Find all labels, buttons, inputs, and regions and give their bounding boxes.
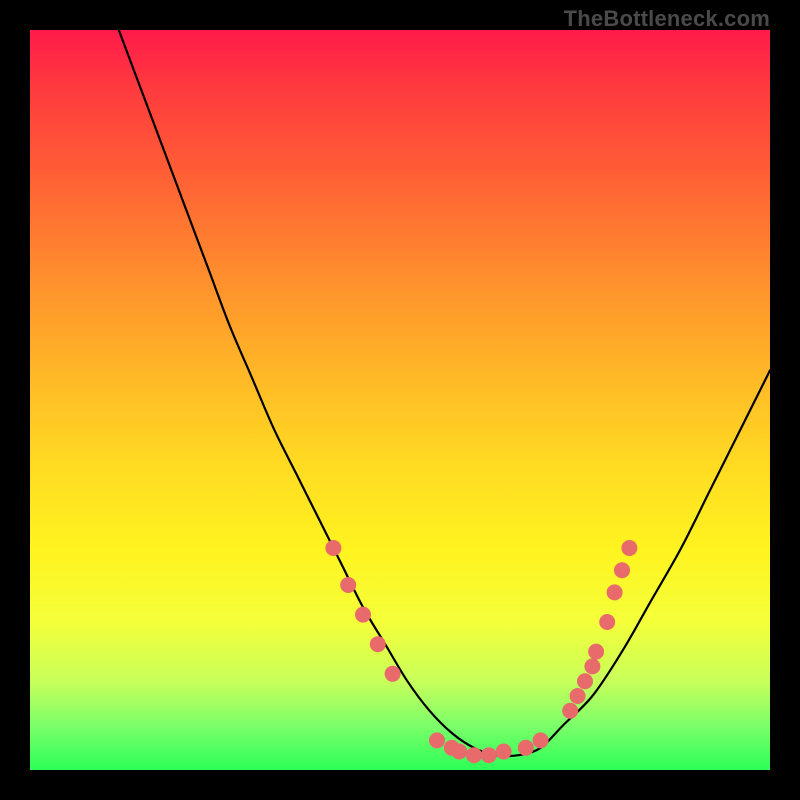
marker-point [481,747,497,763]
marker-point [429,732,445,748]
marker-point [370,636,386,652]
marker-point [621,540,637,556]
chart-frame: TheBottleneck.com [0,0,800,800]
marker-point [570,688,586,704]
marker-point [562,703,578,719]
marker-point [466,747,482,763]
marker-point [325,540,341,556]
marker-point [607,584,623,600]
marker-point [385,666,401,682]
plot-area [30,30,770,770]
watermark-text: TheBottleneck.com [564,6,770,32]
curve-overlay [30,30,770,770]
marker-point [614,562,630,578]
marker-point [518,740,534,756]
marker-point [599,614,615,630]
marker-point [588,644,604,660]
marker-point [340,577,356,593]
marker-point [577,673,593,689]
marker-point [355,607,371,623]
marker-point [451,744,467,760]
markers-group [325,540,637,763]
marker-point [496,744,512,760]
marker-point [533,732,549,748]
marker-point [584,658,600,674]
bottleneck-curve [119,30,770,756]
